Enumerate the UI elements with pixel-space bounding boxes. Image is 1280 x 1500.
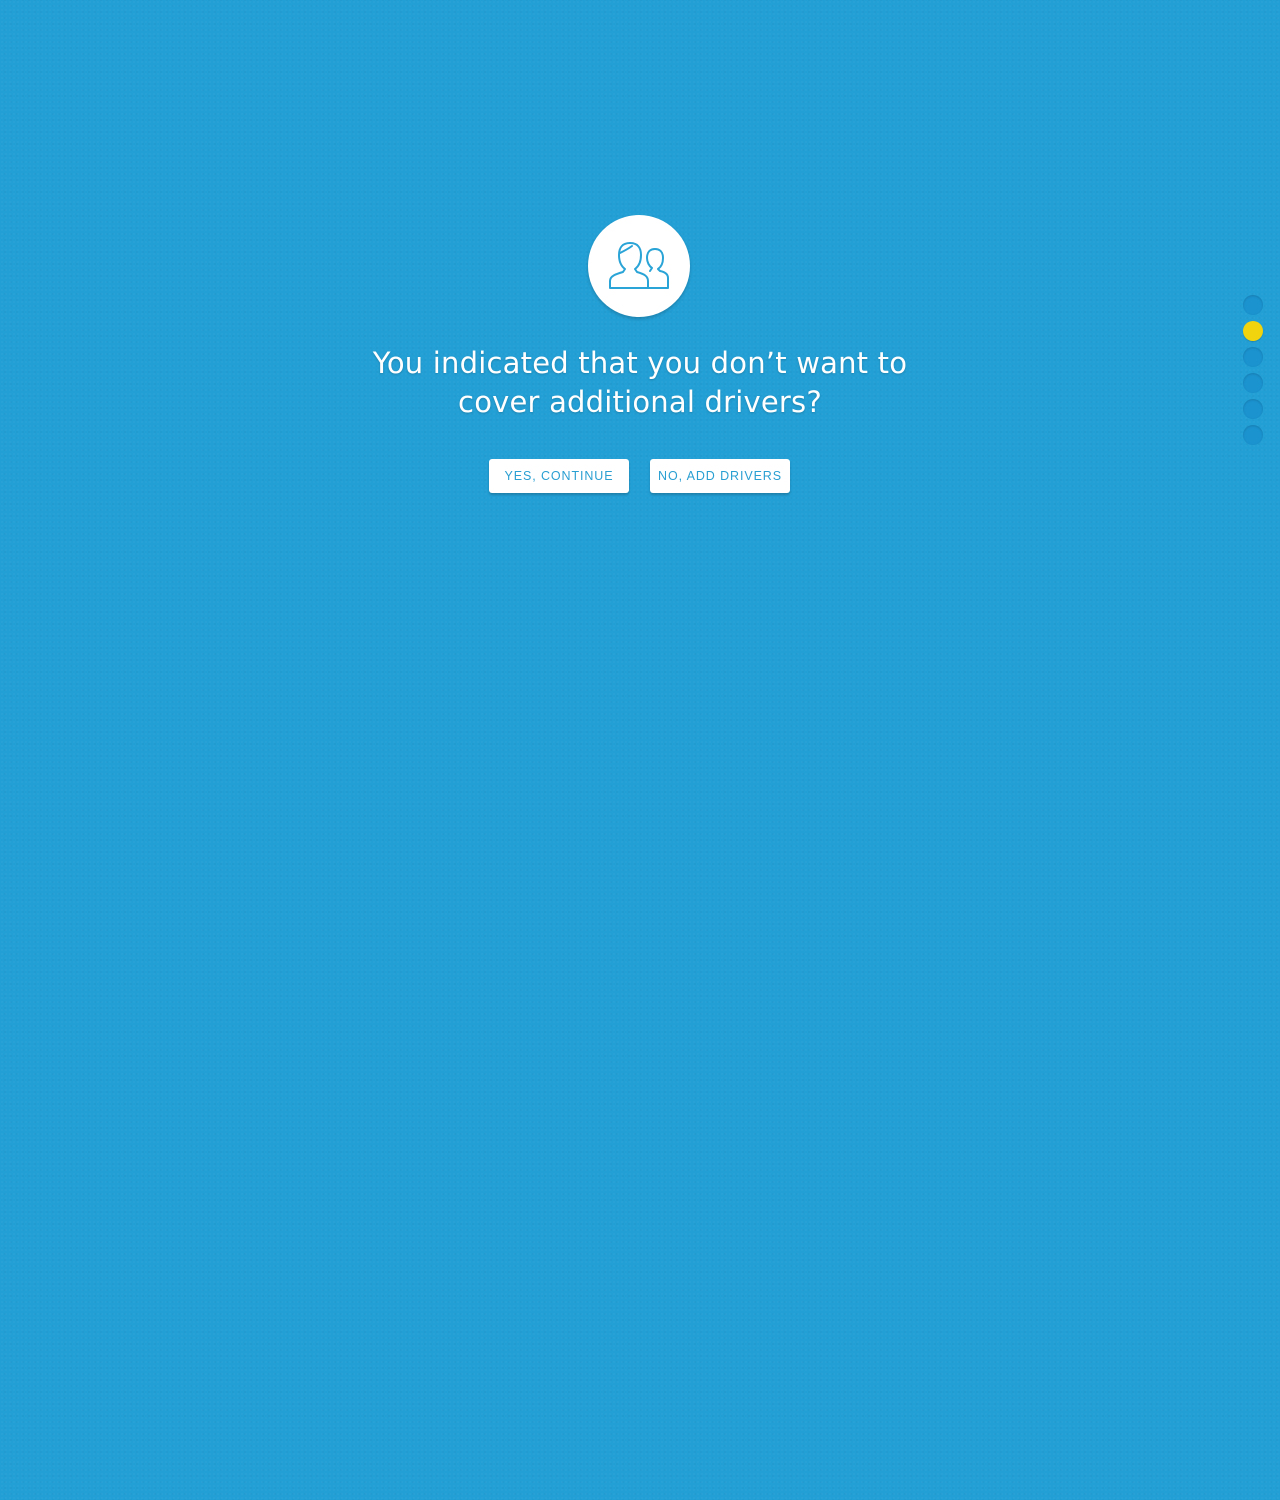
step-dot-5[interactable] — [1243, 399, 1263, 419]
question-heading: You indicated that you don’t want to cov… — [340, 344, 940, 422]
step-dot-6[interactable] — [1243, 425, 1263, 445]
step-dot-1[interactable] — [1243, 295, 1263, 315]
step-dot-4[interactable] — [1243, 373, 1263, 393]
step-progress-nav — [1243, 295, 1263, 451]
question-line-2: cover additional drivers? — [458, 385, 822, 419]
yes-continue-button[interactable]: YES, CONTINUE — [489, 459, 629, 493]
step-dot-2[interactable] — [1243, 321, 1263, 341]
no-add-drivers-button[interactable]: NO, ADD DRIVERS — [650, 459, 790, 493]
step-dot-3[interactable] — [1243, 347, 1263, 367]
drivers-icon-badge — [588, 215, 690, 317]
users-icon — [609, 242, 669, 289]
question-line-1: You indicated that you don’t want to — [372, 346, 908, 380]
